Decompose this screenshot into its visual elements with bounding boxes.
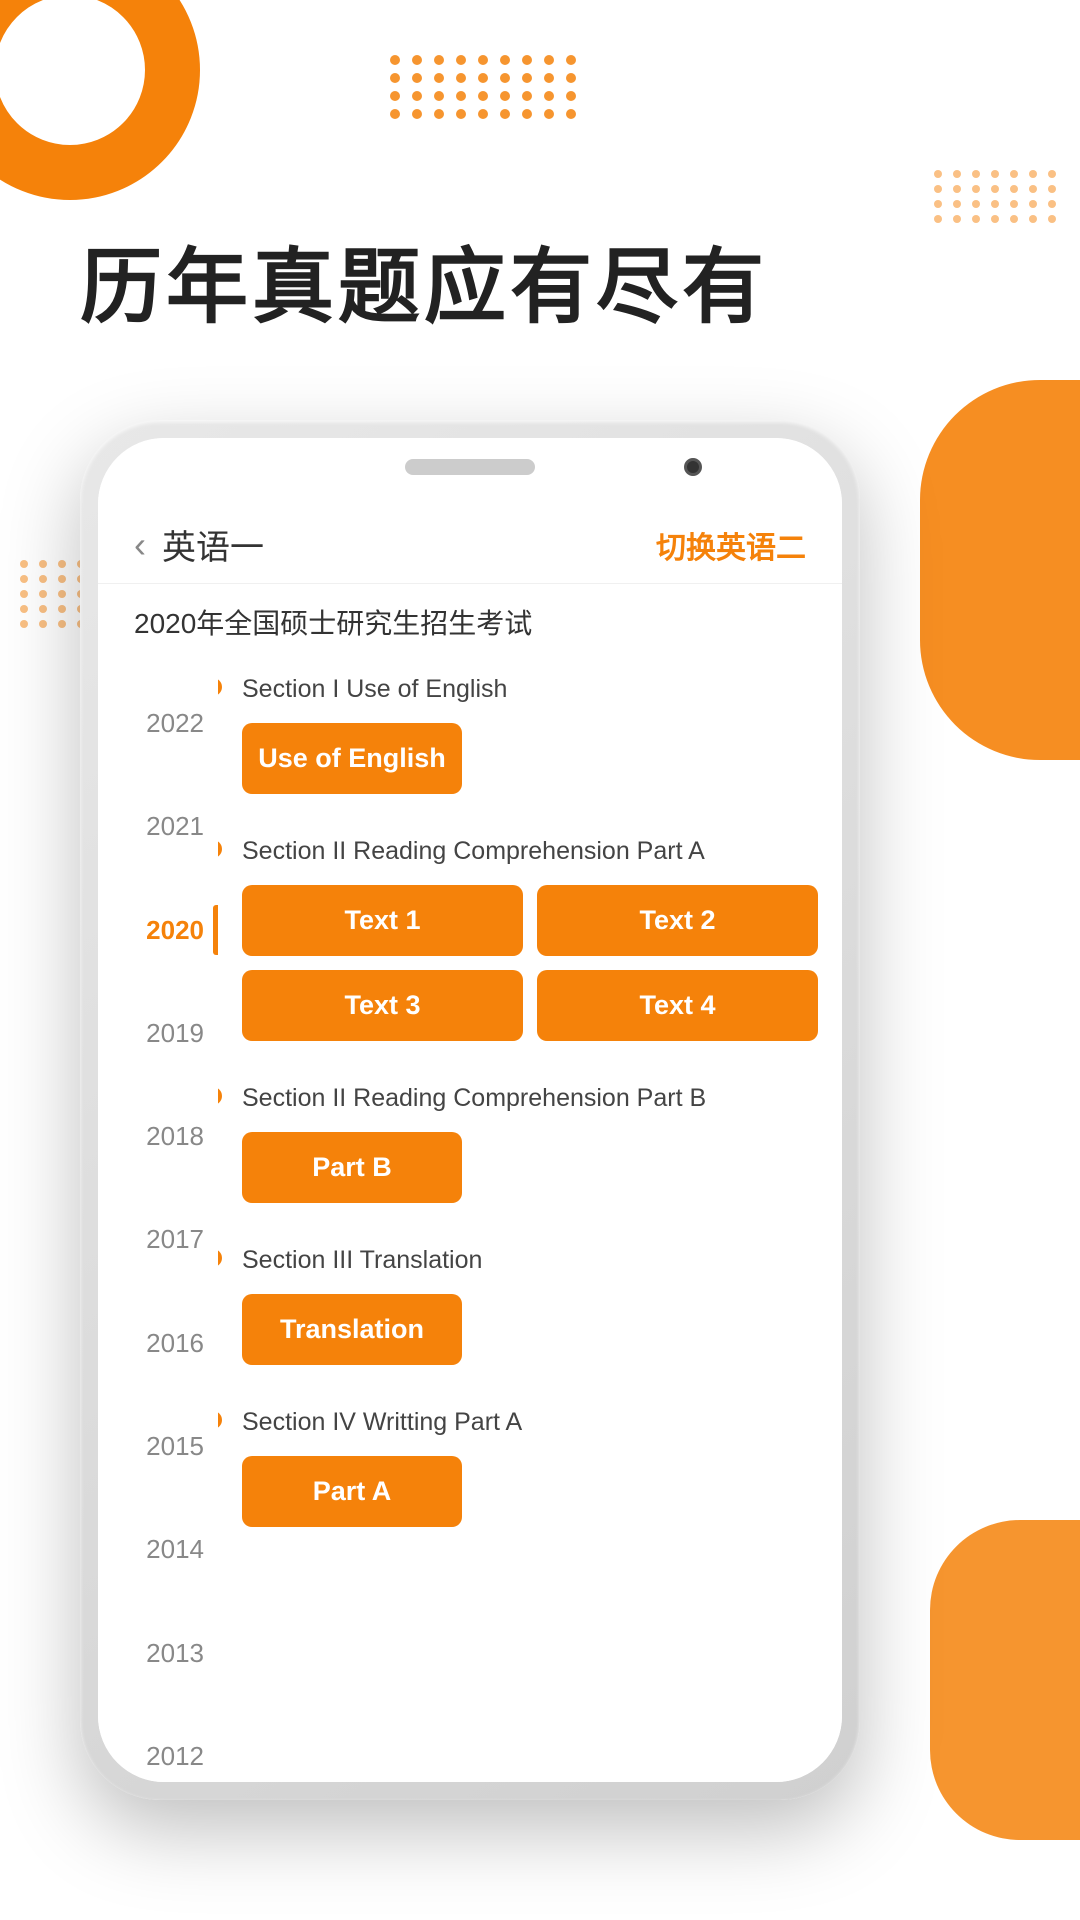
section-block-section3: Section II Reading Comprehension Part B P… (242, 1061, 818, 1203)
section-block-section1: Section I Use of English Use of English (242, 652, 818, 794)
header-left: ‹ 英语一 (134, 520, 264, 569)
app-body: 2022202120202019201820172016201520142013… (98, 652, 842, 1782)
btn-part-a[interactable]: Part A (242, 1456, 462, 1527)
year-item-2013[interactable]: 2013 (98, 1601, 218, 1704)
phone-outer-shell: ‹ 英语一 切换英语二 2020年全国硕士研究生招生考试 20222021202… (80, 420, 860, 1800)
btn-translation[interactable]: Translation (242, 1294, 462, 1365)
bg-dots-top (390, 55, 580, 119)
year-item-2021[interactable]: 2021 (98, 775, 218, 878)
section-title-2: Section II Reading Comprehension Part B (242, 1081, 818, 1116)
year-item-2014[interactable]: 2014 (98, 1498, 218, 1601)
section-dot-2 (218, 1087, 222, 1105)
section-title-4: Section IV Writting Part A (242, 1405, 818, 1440)
phone-notch (98, 438, 842, 496)
phone-inner-screen: ‹ 英语一 切换英语二 2020年全国硕士研究生招生考试 20222021202… (98, 438, 842, 1782)
btn-grid-4: Part A (242, 1456, 818, 1527)
section-block-section4: Section III Translation Translation (242, 1223, 818, 1365)
btn-text-3[interactable]: Text 3 (242, 970, 523, 1041)
year-item-2018[interactable]: 2018 (98, 1085, 218, 1188)
btn-grid-2: Part B (242, 1132, 818, 1203)
app-screen: ‹ 英语一 切换英语二 2020年全国硕士研究生招生考试 20222021202… (98, 496, 842, 1782)
bg-circle-decoration (0, 0, 200, 200)
section-dot-3 (218, 1249, 222, 1267)
section-dot-4 (218, 1411, 222, 1429)
section-dot-0 (218, 678, 222, 696)
section-block-section2: Section II Reading Comprehension Part A T… (242, 814, 818, 1041)
year-item-2020[interactable]: 2020 (98, 879, 218, 982)
section-title-3: Section III Translation (242, 1243, 818, 1278)
btn-grid-3: Translation (242, 1294, 818, 1365)
year-item-2012[interactable]: 2012 (98, 1705, 218, 1782)
year-item-2019[interactable]: 2019 (98, 982, 218, 1085)
btn-grid-0: Use of English (242, 723, 818, 794)
section-block-section5: Section IV Writting Part A Part A (242, 1385, 818, 1527)
year-item-2016[interactable]: 2016 (98, 1292, 218, 1395)
phone-mockup: ‹ 英语一 切换英语二 2020年全国硕士研究生招生考试 20222021202… (80, 420, 1080, 1800)
app-header: ‹ 英语一 切换英语二 (98, 496, 842, 584)
section-title-1: Section II Reading Comprehension Part A (242, 834, 818, 869)
btn-text-2[interactable]: Text 2 (537, 885, 818, 956)
app-title: 英语一 (162, 520, 264, 569)
switch-language-button[interactable]: 切换英语二 (656, 523, 806, 567)
phone-speaker (405, 459, 535, 475)
year-sidebar: 2022202120202019201820172016201520142013… (98, 652, 218, 1782)
sections-content: Section I Use of EnglishUse of EnglishSe… (218, 652, 842, 1782)
year-item-2015[interactable]: 2015 (98, 1395, 218, 1498)
section-title-0: Section I Use of English (242, 672, 818, 707)
section-dot-1 (218, 840, 222, 858)
bg-dots-right (934, 170, 1060, 223)
btn-text-4[interactable]: Text 4 (537, 970, 818, 1041)
btn-grid-1: Text 1Text 2Text 3Text 4 (242, 885, 818, 1041)
btn-use-of-english[interactable]: Use of English (242, 723, 462, 794)
year-item-2022[interactable]: 2022 (98, 672, 218, 775)
phone-camera (684, 458, 702, 476)
exam-subtitle: 2020年全国硕士研究生招生考试 (98, 584, 842, 652)
year-item-2017[interactable]: 2017 (98, 1188, 218, 1291)
main-title: 历年真题应有尽有 (80, 220, 768, 339)
btn-part-b[interactable]: Part B (242, 1132, 462, 1203)
back-button[interactable]: ‹ (134, 524, 146, 566)
btn-text-1[interactable]: Text 1 (242, 885, 523, 956)
